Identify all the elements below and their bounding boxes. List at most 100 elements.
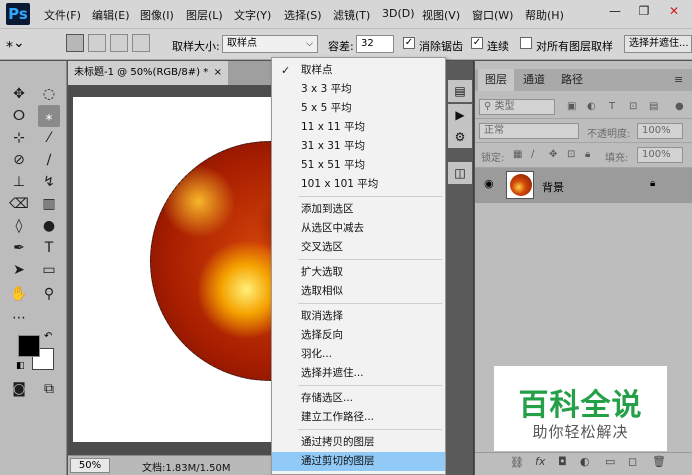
group-icon[interactable]: ▭ — [605, 455, 615, 468]
eraser-tool-icon[interactable]: ⌫ — [8, 193, 30, 215]
menu-item[interactable]: 5 x 5 平均 — [272, 99, 445, 118]
adjustments-panel-icon[interactable]: ◫ — [448, 162, 472, 184]
tab-paths[interactable]: 路径 — [554, 69, 590, 91]
history-panel-icon[interactable]: ▤ — [448, 80, 472, 102]
lock-artboard-icon[interactable]: ⊡ — [567, 149, 575, 160]
menu-item[interactable]: 存储选区... — [272, 389, 445, 408]
pen-tool-icon[interactable]: ✒ — [8, 237, 30, 259]
menu-3d[interactable]: 3D(D) — [382, 7, 415, 20]
select-mask-button[interactable]: 选择并遮住... — [624, 35, 692, 53]
menu-view[interactable]: 视图(V) — [422, 7, 460, 23]
menu-file[interactable]: 文件(F) — [44, 7, 81, 23]
menu-item[interactable]: 羽化... — [272, 345, 445, 364]
panel-menu-icon[interactable]: ≡ — [674, 73, 683, 86]
menu-item[interactable]: 选择并遮住... — [272, 364, 445, 383]
delete-layer-icon[interactable]: 🗑︎ — [652, 455, 666, 468]
lasso-tool-icon[interactable]: ⵔ — [8, 105, 30, 127]
tab-channels[interactable]: 通道 — [516, 69, 552, 91]
zoom-field[interactable]: 50% — [70, 458, 110, 473]
menu-item[interactable]: 101 x 101 平均 — [272, 175, 445, 194]
menu-window[interactable]: 窗口(W) — [472, 7, 513, 23]
restore-button[interactable]: ❐ — [630, 0, 658, 22]
lock-transparent-icon[interactable]: ▦ — [513, 149, 522, 160]
rectangle-tool-icon[interactable]: ▭ — [38, 259, 60, 281]
add-selection-button[interactable] — [88, 34, 106, 52]
lock-all-icon[interactable]: 🔒︎ — [585, 149, 590, 160]
dodge-tool-icon[interactable]: ● — [38, 215, 60, 237]
type-filter-icon[interactable]: T — [609, 101, 615, 112]
clone-stamp-icon[interactable]: ⊥ — [8, 171, 30, 193]
zoom-tool-icon[interactable]: ⚲ — [38, 283, 60, 305]
lock-pixels-icon[interactable]: ∕ — [531, 149, 534, 160]
menu-filter[interactable]: 滤镜(T) — [333, 7, 370, 23]
tab-close-icon[interactable]: × — [214, 61, 222, 85]
menu-item[interactable]: 取消选择 — [272, 307, 445, 326]
menu-image[interactable]: 图像(I) — [140, 7, 174, 23]
menu-layer[interactable]: 图层(L) — [186, 7, 223, 23]
menu-item[interactable]: 3 x 3 平均 — [272, 80, 445, 99]
hand-tool-icon[interactable]: ✋ — [8, 283, 30, 305]
close-button[interactable]: ✕ — [660, 0, 688, 22]
marquee-tool-icon[interactable]: ◌ — [38, 83, 60, 105]
minimize-button[interactable]: — — [601, 0, 629, 22]
gradient-tool-icon[interactable]: ▥ — [38, 193, 60, 215]
subtract-selection-button[interactable] — [110, 34, 128, 52]
antialias-checkbox[interactable]: ✓ — [403, 37, 415, 49]
properties-panel-icon[interactable]: ⚙ — [448, 126, 472, 148]
adjustment-filter-icon[interactable]: ◐ — [587, 101, 596, 112]
menu-item[interactable]: 添加到选区 — [272, 200, 445, 219]
new-layer-icon[interactable]: ◻ — [628, 455, 637, 468]
document-tab[interactable]: 未标题-1 @ 50%(RGB/8#) * × — [68, 61, 228, 85]
fill-input[interactable]: 100% — [637, 147, 683, 163]
intersect-selection-button[interactable] — [132, 34, 150, 52]
healing-brush-icon[interactable]: ⊘ — [8, 149, 30, 171]
type-tool-icon[interactable]: T — [38, 237, 60, 259]
adjustment-layer-icon[interactable]: ◐ — [580, 455, 590, 468]
menu-item[interactable]: 交叉选区 — [272, 238, 445, 257]
link-layers-icon[interactable]: ⛓ — [510, 456, 524, 469]
new-selection-button[interactable] — [66, 34, 84, 52]
menu-item[interactable]: 选取相似 — [272, 282, 445, 301]
menu-item[interactable]: 建立工作路径... — [272, 408, 445, 427]
menu-item[interactable]: 选择反向 — [272, 326, 445, 345]
path-selection-icon[interactable]: ➤ — [8, 259, 30, 281]
default-colors-icon[interactable]: ◧ — [16, 361, 25, 371]
menu-edit[interactable]: 编辑(E) — [92, 7, 130, 23]
foreground-color-swatch[interactable] — [18, 335, 40, 357]
menu-help[interactable]: 帮助(H) — [525, 7, 564, 23]
actions-panel-icon[interactable]: ▶ — [448, 104, 472, 126]
menu-item[interactable]: 通过剪切的图层 — [272, 452, 445, 471]
sample-size-select[interactable]: 取样点 ⌵ — [222, 35, 318, 53]
filter-toggle-icon[interactable]: ● — [675, 101, 684, 112]
add-mask-icon[interactable]: ◘ — [558, 455, 567, 468]
more-tools-icon[interactable]: ⋯ — [8, 307, 30, 329]
menu-item[interactable]: 扩大选取 — [272, 263, 445, 282]
menu-type[interactable]: 文字(Y) — [234, 7, 271, 23]
menu-select[interactable]: 选择(S) — [284, 7, 322, 23]
lock-position-icon[interactable]: ✥ — [549, 149, 557, 160]
opacity-input[interactable]: 100% — [637, 123, 683, 139]
shape-filter-icon[interactable]: ⊡ — [629, 101, 637, 112]
blend-mode-select[interactable]: 正常 — [479, 123, 579, 139]
magic-wand-tool-icon[interactable]: ⁎ — [38, 105, 60, 127]
layer-effects-icon[interactable]: fx — [535, 455, 545, 468]
history-brush-icon[interactable]: ↯ — [38, 171, 60, 193]
crop-tool-icon[interactable]: ⊹ — [8, 127, 30, 149]
menu-item[interactable]: 11 x 11 平均 — [272, 118, 445, 137]
image-filter-icon[interactable]: ▣ — [567, 101, 576, 112]
magic-wand-icon[interactable]: ⁎⌄ — [6, 35, 25, 51]
screen-mode-icon[interactable]: ⧉ — [38, 378, 60, 400]
contiguous-checkbox[interactable]: ✓ — [471, 37, 483, 49]
menu-item[interactable]: 31 x 31 平均 — [272, 137, 445, 156]
smart-object-filter-icon[interactable]: ▤ — [649, 101, 658, 112]
tab-layers[interactable]: 图层 — [478, 69, 514, 91]
menu-item[interactable]: ✓ 取样点 — [272, 61, 445, 80]
blur-tool-icon[interactable]: ◊ — [8, 215, 30, 237]
brush-tool-icon[interactable]: ∕ — [38, 149, 60, 171]
quick-mask-icon[interactable]: ◙ — [8, 378, 30, 400]
swap-colors-icon[interactable]: ↶ — [44, 331, 52, 342]
menu-item[interactable]: 51 x 51 平均 — [272, 156, 445, 175]
move-tool-icon[interactable]: ✥ — [8, 83, 30, 105]
all-layers-checkbox[interactable] — [520, 37, 532, 49]
kind-filter-select[interactable]: ⚲ 类型 — [479, 99, 555, 115]
